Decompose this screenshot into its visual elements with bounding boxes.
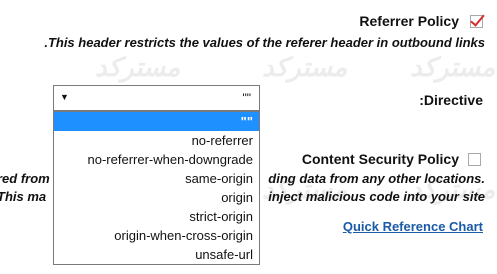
referrer-policy-title: Referrer Policy: [359, 13, 459, 29]
directive-option[interactable]: "": [54, 112, 259, 131]
directive-option[interactable]: unsafe-url: [54, 245, 259, 264]
directive-option[interactable]: no-referrer-when-downgrade: [54, 150, 259, 169]
watermark: مسترکد: [410, 52, 496, 82]
directive-option[interactable]: no-referrer: [54, 131, 259, 150]
referrer-policy-checkbox[interactable]: [470, 15, 483, 28]
directive-option[interactable]: origin: [54, 188, 259, 207]
referrer-policy-description: .This header restricts the values of the…: [44, 35, 485, 50]
directive-select[interactable]: ▼ "": [53, 85, 260, 111]
watermark: مسترکد: [262, 52, 348, 82]
csp-description-line2-left: This ma: [0, 189, 47, 204]
csp-description-line2-right: inject malicious code into your site: [268, 189, 485, 204]
watermark: مسترکد: [95, 52, 181, 82]
quick-reference-chart-link[interactable]: Quick Reference Chart: [343, 219, 483, 234]
dropdown-arrow-icon: ▼: [60, 92, 69, 102]
csp-title: Content Security Policy: [301, 151, 459, 167]
directive-label: :Directive: [419, 92, 483, 108]
directive-option[interactable]: origin-when-cross-origin: [54, 226, 259, 245]
security-headers-panel: مسترکد مسترکد مسترکد مسترکد مسترکد مسترک…: [0, 0, 497, 274]
directive-option[interactable]: strict-origin: [54, 207, 259, 226]
directive-option[interactable]: same-origin: [54, 169, 259, 188]
csp-checkbox[interactable]: [468, 153, 481, 166]
directive-dropdown-list[interactable]: "" no-referrer no-referrer-when-downgrad…: [53, 111, 260, 265]
directive-selected-value: "": [242, 91, 251, 105]
csp-description-line1-right: ding data from any other locations.: [268, 171, 485, 186]
csp-description-line1-left: red from: [0, 171, 50, 186]
